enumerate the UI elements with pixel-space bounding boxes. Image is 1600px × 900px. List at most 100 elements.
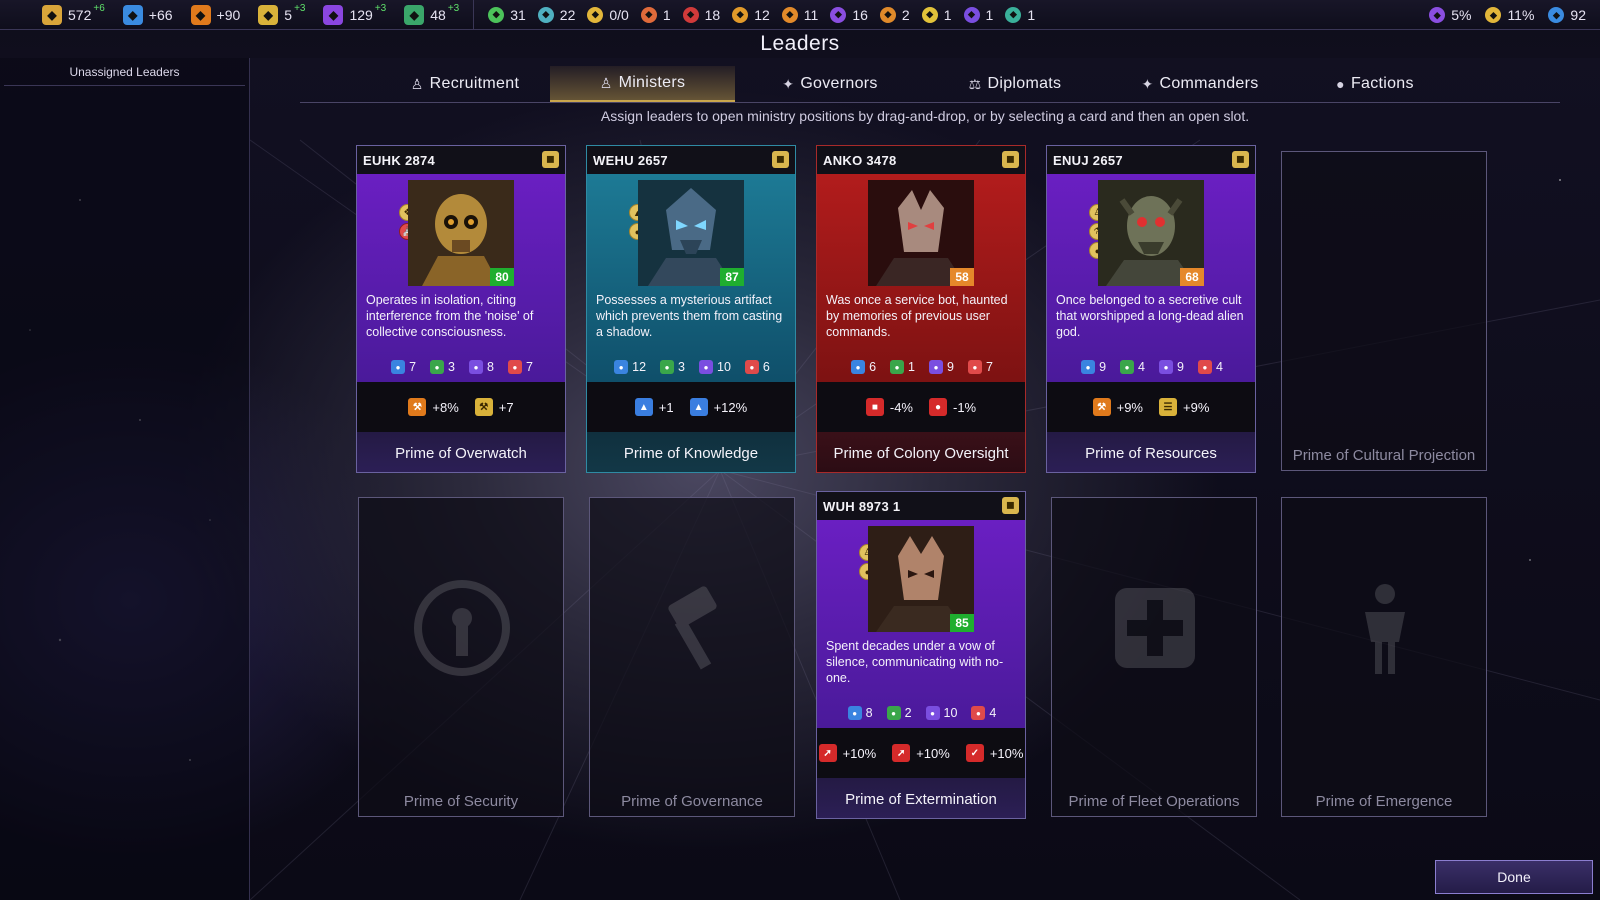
leader-level: 87 — [720, 268, 744, 286]
resource-titanium[interactable]: ◆ 31 — [488, 0, 526, 30]
emergence-icon — [1365, 584, 1405, 674]
leader-card[interactable]: WEHU 2657 ◼ ▲ ● 87 Possesses a mysterious… — [586, 145, 796, 473]
resource-antimatter[interactable]: ◆ 18 — [682, 0, 720, 30]
lock-icon[interactable]: ◼ — [1232, 151, 1249, 168]
empty-ministry-slot[interactable]: Prime of Security — [358, 497, 564, 817]
industry-icon: ⚒ — [1092, 398, 1111, 416]
resource-industry[interactable]: ◆ +90 — [190, 0, 240, 30]
resource-science[interactable]: ◆ +66 — [122, 0, 173, 30]
resource-energy[interactable]: ◆ 0/0 — [587, 0, 629, 30]
turn-icon: ◆ — [1548, 7, 1565, 23]
leader-name-bar: ENUJ 2657 ◼ — [1047, 146, 1255, 174]
tab-label: Commanders — [1159, 75, 1259, 92]
leader-card-body: ♙ ⚗ ● 68 Once belonged to a secretive cu… — [1047, 174, 1255, 382]
industry-icon: ◆ — [190, 4, 211, 25]
slot-label: Prime of Emergence — [1315, 793, 1453, 810]
resource-spice[interactable]: ◆ 1 — [921, 0, 952, 30]
tab-diplomats[interactable]: ⚖ Diplomats — [925, 66, 1105, 102]
resource-manpower[interactable]: ◆ 129 +3 — [323, 0, 386, 30]
trophy-icon: ◆ — [1485, 7, 1502, 23]
manpower-icon: ◆ — [323, 4, 344, 25]
leader-card[interactable]: ENUJ 2657 ◼ ♙ ⚗ ● 68 Once belonged to a s… — [1046, 145, 1256, 473]
resource-value: 5% — [1451, 7, 1472, 23]
recruitment-icon: ♙ — [410, 75, 424, 92]
military-icon: ● — [971, 706, 986, 720]
tab-commanders[interactable]: ✦ Commanders — [1105, 66, 1295, 102]
tab-factions[interactable]: ● Factions — [1295, 66, 1455, 102]
resource-value: 31 — [510, 6, 526, 23]
empty-ministry-slot[interactable]: Prime of Emergence — [1281, 497, 1487, 817]
resource-value: 12 — [754, 6, 770, 23]
lock-icon[interactable]: ◼ — [1002, 497, 1019, 514]
stat-value: 4 — [1138, 360, 1145, 374]
resource-delta: +6 — [93, 3, 105, 14]
empty-ministry-slot[interactable]: Prime of Fleet Operations — [1051, 497, 1257, 817]
slot-label: Prime of Security — [403, 793, 519, 810]
energy-stat-icon: ● — [1159, 360, 1173, 374]
tab-governors[interactable]: ✦ Governors — [735, 66, 925, 102]
bonus-value: +9% — [1183, 399, 1210, 415]
empty-ministry-slot[interactable]: Prime of Cultural Projection — [1281, 151, 1487, 471]
resource-value: 16 — [852, 6, 868, 23]
leader-portrait: 87 — [638, 180, 744, 286]
leaders-screen: ◆ 572 +6 ◆ +66 ◆ +90 ◆ 5 +3 ◆ 129 +3 ◆ 48 +3 ◆ 31 ◆ 22 ◆ 0/0… — [0, 0, 1600, 900]
bonus-value: +8% — [432, 399, 459, 415]
resource-approval[interactable]: ◆ 5 +3 — [258, 0, 305, 30]
lock-icon[interactable]: ◼ — [1002, 151, 1019, 168]
leader-bonuses: ■ -4% ● -1% — [817, 382, 1025, 432]
victory-icon: ◆ — [1429, 7, 1446, 23]
intellect-icon: ● — [1081, 360, 1096, 374]
stat-value: 8 — [865, 706, 873, 720]
leader-level: 85 — [950, 614, 974, 632]
leader-card-body: 58 Was once a service bot, haunted by me… — [817, 174, 1025, 382]
resource-food[interactable]: ◆ 48 +3 — [404, 0, 459, 30]
leader-stats: ● 12 ● 3 ● 10 ● 6 — [587, 360, 795, 374]
resource-crystal[interactable]: ◆ 2 — [879, 0, 910, 30]
leader-card[interactable]: ANKO 3478 ◼ 58 Was once a service bot, ha… — [816, 145, 1026, 473]
resource-void[interactable]: ◆ 1 — [963, 0, 993, 30]
resource-victory[interactable]: ◆ 5% — [1429, 0, 1471, 30]
lock-icon[interactable]: ◼ — [772, 151, 789, 168]
resource-value: 1 — [943, 6, 952, 23]
resource-weapons[interactable]: ◆ 1 — [640, 0, 671, 30]
leader-card[interactable]: EUHK 2874 ◼ ❖ ⛪ 80 Operates in isolation,… — [356, 145, 566, 473]
resource-value: 0/0 — [609, 6, 629, 23]
resource-icon: ☰ — [1159, 398, 1177, 416]
resource-dust[interactable]: ◆ 16 — [830, 0, 868, 30]
resource-trophy[interactable]: ◆ 11% — [1485, 0, 1534, 30]
slot-label: Prime of Fleet Operations — [1068, 793, 1240, 810]
stat-value: 10 — [717, 360, 731, 374]
leader-stats: ● 8 ● 2 ● 10 ● 4 — [817, 706, 1025, 720]
resource-gem[interactable]: ◆ 1 — [1005, 0, 1035, 30]
done-button[interactable]: Done — [1435, 860, 1593, 894]
resource-delta: +3 — [447, 3, 460, 14]
stat-value: 10 — [943, 706, 958, 720]
resource-hyperium[interactable]: ◆ 22 — [537, 0, 575, 30]
bonus-value: +10% — [916, 745, 950, 761]
tab-label: Recruitment — [429, 75, 520, 92]
ministry-position: Prime of Resources — [1047, 432, 1255, 472]
stat-value: 9 — [947, 360, 954, 374]
resource-influence[interactable]: ◆ 572 +6 — [42, 0, 105, 30]
leader-portrait: 85 — [868, 526, 974, 632]
resource-value: 11% — [1507, 7, 1535, 23]
resource-value: 2 — [901, 6, 910, 23]
resource-ore[interactable]: ◆ 12 — [732, 0, 770, 30]
resource-luxury[interactable]: ◆ 11 — [781, 0, 818, 30]
titanium-icon: ◆ — [488, 6, 505, 23]
tab-recruitment[interactable]: ♙ Recruitment — [380, 66, 550, 102]
unassigned-leaders-panel[interactable]: Unassigned Leaders — [0, 58, 250, 900]
resource-turn[interactable]: ◆ 92 — [1548, 0, 1586, 30]
lock-icon[interactable]: ◼ — [542, 151, 559, 168]
tab-ministers[interactable]: ♙ Ministers — [550, 66, 735, 102]
leader-description: Was once a service bot, haunted by memor… — [826, 293, 1008, 339]
leader-card[interactable]: WUH 8973 1 ◼ ♙ ● 85 Spent decades under a… — [816, 491, 1026, 819]
ministers-icon: ♙ — [599, 74, 613, 91]
empty-ministry-slot[interactable]: Prime of Governance — [589, 497, 795, 817]
leader-stats: ● 6 ● 1 ● 9 ● 7 — [817, 360, 1025, 374]
unassigned-leaders-header: Unassigned Leaders — [4, 58, 245, 86]
tab-divider — [300, 102, 1560, 103]
leader-description: Spent decades under a vow of silence, co… — [826, 639, 1004, 685]
bonus-value: -1% — [953, 399, 977, 415]
population-icon: ● — [1120, 360, 1135, 374]
